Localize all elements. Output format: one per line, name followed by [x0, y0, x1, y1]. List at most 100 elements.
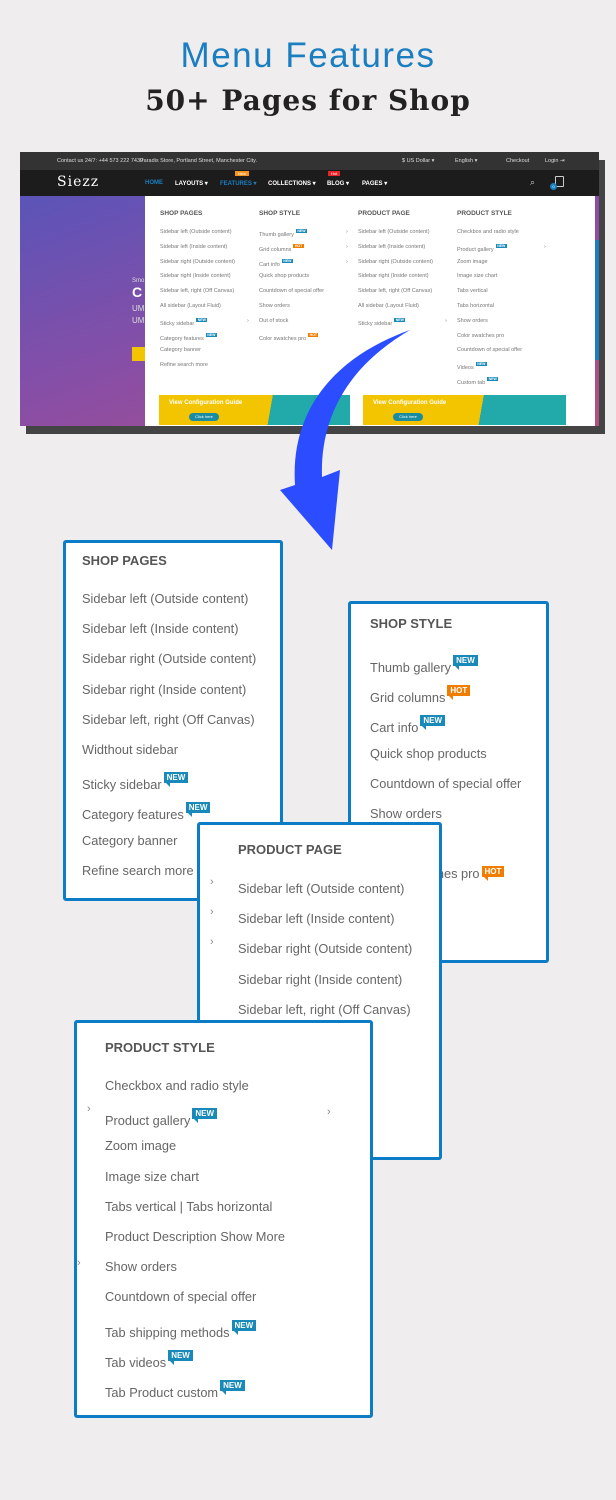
nav-features[interactable]: FEATURES ▾	[220, 180, 257, 187]
chevron-right-icon: ›	[77, 1257, 81, 1269]
mega-menu-item[interactable]: Refine search more	[160, 362, 208, 368]
menu-item[interactable]: Tab shipping methods NEW	[105, 1319, 257, 1340]
menu-item[interactable]: Sidebar right (Inside content)	[82, 682, 246, 697]
badge-new: NEW	[295, 229, 308, 233]
mega-menu-item[interactable]: Sidebar left, right (Off Canvas)	[160, 288, 234, 294]
mega-menu-item[interactable]: Sidebar left, right (Off Canvas)	[358, 288, 432, 294]
mega-menu-item[interactable]: Tabs vertical	[457, 288, 488, 294]
menu-item[interactable]: Quick shop products	[370, 746, 487, 761]
language-select[interactable]: English ▾	[455, 158, 477, 164]
menu-item[interactable]: Product gallery NEW	[105, 1108, 218, 1128]
mega-menu-item-label: Checkbox and radio style	[457, 229, 519, 235]
mega-menu-item[interactable]: Sidebar right (Outside content)	[160, 259, 235, 265]
menu-item[interactable]: Show orders	[105, 1259, 177, 1274]
mega-menu-item[interactable]: Sidebar right (Inside content)	[358, 273, 429, 279]
badge-new: NEW	[168, 1349, 193, 1365]
menu-item[interactable]: Sticky sidebar NEW	[82, 772, 189, 793]
mega-menu-item[interactable]: Product galleryNEW	[457, 243, 507, 253]
mega-menu-item[interactable]: All sidebar (Layout Fluid)	[358, 303, 419, 309]
mega-menu-item[interactable]: Color swatches pro	[457, 333, 504, 339]
mega-menu-item[interactable]: Sidebar right (Outside content)	[358, 259, 433, 265]
login-link[interactable]: Login ⇥	[545, 158, 565, 164]
mega-menu-item[interactable]: Zoom image	[457, 259, 488, 265]
checkout-link[interactable]: Checkout	[506, 158, 529, 164]
chevron-right-icon: ›	[346, 258, 348, 265]
mega-menu-item[interactable]: Grid columnsHOT	[259, 243, 304, 253]
mega-menu-item[interactable]: Countdown of special offer	[457, 347, 522, 353]
menu-item[interactable]: Zoom image	[105, 1138, 176, 1153]
mega-menu-item[interactable]: Out of stock	[259, 318, 288, 324]
nav-layouts[interactable]: LAYOUTS ▾	[175, 180, 208, 187]
mega-menu-item[interactable]: Quick shop products	[259, 273, 309, 279]
mega-menu-item[interactable]: VideosNEW	[457, 362, 487, 371]
menu-item[interactable]: Tab videos NEW	[105, 1349, 193, 1370]
menu-item[interactable]: Product Description Show More	[105, 1229, 285, 1244]
mega-menu-item[interactable]: Category banner	[160, 347, 201, 353]
menu-item[interactable]: Thumb gallery NEW	[370, 655, 478, 675]
mega-menu-item[interactable]: Sidebar left (Outside content)	[160, 229, 232, 235]
menu-item[interactable]: Refine search more	[82, 863, 194, 878]
mega-menu-item[interactable]: Sticky sidebarNEW	[160, 317, 208, 327]
menu-item[interactable]: Checkbox and radio style	[105, 1078, 249, 1093]
mega-menu-item[interactable]: All sidebar (Layout Fluid)	[160, 303, 221, 309]
menu-item[interactable]: Tabs vertical | Tabs horizontal	[105, 1199, 272, 1214]
search-icon[interactable]: ⌕	[530, 177, 535, 188]
mega-menu-item[interactable]: Countdown of special offer	[259, 288, 324, 294]
menu-item[interactable]: Tab Product custom NEW	[105, 1380, 245, 1400]
menu-item[interactable]: Sidebar left (Inside content)	[82, 621, 239, 636]
chevron-right-icon: ›	[210, 876, 214, 888]
menu-item[interactable]: Sidebar left (Outside content)	[238, 881, 404, 896]
contact-text: Contact us 24/7: +44 573 222 7439	[57, 158, 144, 164]
cart-count: 0	[550, 183, 557, 190]
mega-menu-item[interactable]: Thumb galleryNEW	[259, 229, 308, 238]
menu-item[interactable]: Sidebar right (Outside content)	[82, 651, 256, 666]
menu-item[interactable]: Image size chart	[105, 1169, 199, 1184]
menu-item[interactable]: Sidebar left (Outside content)	[82, 591, 248, 606]
badge-new: NEW	[192, 1108, 218, 1124]
menu-item[interactable]: Sidebar right (Inside content)	[238, 972, 402, 987]
logo[interactable]: Siezz	[57, 174, 99, 190]
menu-item[interactable]: Countdown of special offer	[370, 776, 521, 791]
chevron-right-icon: ›	[210, 936, 214, 949]
nav-home[interactable]: HOME	[145, 180, 163, 186]
mega-menu-item[interactable]: Checkbox and radio style	[457, 229, 519, 235]
menu-item-label: Sticky sidebar	[82, 777, 162, 793]
mega-menu-item[interactable]: Sidebar left (Inside content)	[160, 244, 227, 250]
menu-item[interactable]: Sidebar right (Outside content)	[238, 941, 412, 956]
mega-menu-item[interactable]: Tabs horizontal	[457, 303, 494, 309]
mega-menu-item[interactable]: Category featuresNEW	[160, 332, 217, 342]
hero-button[interactable]	[132, 347, 146, 361]
menu-item[interactable]: Countdown of special offer	[105, 1289, 256, 1304]
mega-menu-item-label: Category features	[160, 335, 204, 342]
menu-item[interactable]: Widthout sidebar	[82, 742, 178, 757]
nav-collections[interactable]: COLLECTIONS ▾	[268, 180, 316, 187]
mega-menu-item[interactable]: Sidebar left (Outside content)	[358, 229, 430, 235]
nav-blog[interactable]: BLOG ▾	[327, 180, 349, 187]
mega-menu-item[interactable]: Show orders	[457, 318, 488, 324]
mega-menu-item[interactable]: Cart infoNEW	[259, 258, 293, 268]
nav-pages[interactable]: PAGES ▾	[362, 180, 387, 187]
mega-menu-item[interactable]: Image size chart	[457, 273, 497, 279]
mega-menu-item-label: Grid columns	[259, 246, 292, 253]
click-here-button[interactable]: Click here	[189, 413, 219, 421]
menu-item[interactable]: Category features NEW	[82, 802, 211, 822]
mega-menu-item-label: Countdown of special offer	[259, 288, 325, 295]
mega-menu-item[interactable]: Sidebar right (Inside content)	[160, 273, 231, 279]
mega-menu-item[interactable]: Sidebar left (Inside content)	[358, 244, 425, 250]
menu-item[interactable]: Sidebar left, right (Off Canvas)	[82, 712, 255, 727]
menu-item[interactable]: Grid columns HOT	[370, 685, 471, 705]
mega-menu-item-label: Sidebar left (Inside content)	[358, 243, 426, 250]
badge-new: NEW	[495, 243, 507, 248]
mega-menu-item[interactable]: Custom tabNEW	[457, 377, 499, 386]
currency-select[interactable]: $ US Dollar ▾	[402, 158, 434, 164]
menu-item[interactable]: Category banner	[82, 833, 177, 848]
menu-item-label: Countdown of special offer	[370, 775, 522, 791]
menu-item-label: Tab videos	[105, 1354, 167, 1370]
mega-menu-item[interactable]: Show orders	[259, 303, 290, 309]
menu-item[interactable]: Show orders	[370, 806, 442, 821]
menu-item[interactable]: Sidebar left, right (Off Canvas)	[238, 1002, 411, 1017]
menu-item-label: Category banner	[82, 832, 178, 848]
menu-item[interactable]: Sidebar left (Inside content)	[238, 911, 395, 926]
menu-item[interactable]: Cart info NEW	[370, 715, 446, 735]
chevron-right-icon: ›	[544, 243, 546, 250]
